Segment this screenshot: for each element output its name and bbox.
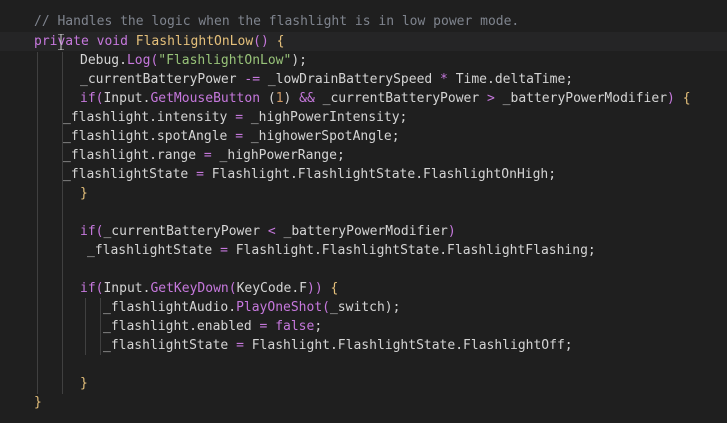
code-token: _flashlight.enabled	[103, 319, 260, 334]
code-token: =	[220, 243, 228, 258]
code-token: _batteryPowerModifier	[275, 224, 448, 239]
code-token: .	[228, 300, 237, 315]
code-token: KeyCode.F	[236, 281, 308, 296]
code-token: (	[260, 91, 276, 106]
code-token: _highowerSpotAngle;	[243, 129, 400, 144]
code-token: (	[322, 300, 330, 315]
code-line[interactable]: }	[34, 393, 42, 412]
code-token: <	[267, 224, 276, 239]
code-token: _currentBatteryPower	[103, 224, 268, 239]
code-token: false	[275, 319, 315, 334]
code-token: _currentBatteryPower	[80, 72, 245, 87]
code-token: Flashlight.FlashlightState.FlashlightFla…	[227, 243, 596, 258]
code-line[interactable]: if(_currentBatteryPower < _batteryPowerM…	[80, 222, 456, 241]
code-token: )	[283, 91, 300, 106]
code-token: _flashlightState	[103, 338, 237, 353]
code-token: _batteryPowerModifier	[494, 91, 668, 106]
code-line[interactable]: _flashlight.spotAngle = _highowerSpotAng…	[63, 127, 400, 146]
code-line[interactable]: _flashlight.range = _highPowerRange;	[63, 146, 345, 165]
code-line[interactable]: }	[80, 184, 88, 203]
code-token: Input	[103, 91, 143, 106]
code-line[interactable]: _flashlightState = Flashlight.Flashlight…	[103, 336, 573, 355]
code-token: if	[80, 281, 96, 296]
code-token: _flashlight.spotAngle	[63, 129, 236, 144]
code-token: "FlashlightOnLow"	[158, 53, 292, 68]
code-token: Log	[126, 53, 151, 68]
code-line[interactable]: _flashlightState = Flashlight.Flashlight…	[87, 241, 596, 260]
code-token: _lowDrainBatterySpeed	[260, 72, 441, 87]
code-editor[interactable]: // Handles the logic when the flashlight…	[0, 0, 727, 423]
text-cursor-icon	[58, 34, 64, 50]
code-token: // Handles the logic when the flashlight…	[34, 14, 520, 29]
code-token: _highPowerIntensity;	[243, 110, 408, 125]
code-token: }	[34, 395, 42, 410]
code-line[interactable]: _flashlightAudio.PlayOneShot(_switch);	[103, 298, 400, 317]
code-token: }	[80, 376, 88, 391]
code-token: if	[80, 224, 96, 239]
code-line[interactable]: _flashlight.intensity = _highPowerIntens…	[63, 108, 407, 127]
code-line[interactable]: // Handles the logic when the flashlight…	[34, 12, 519, 31]
code-token: {	[682, 91, 691, 106]
code-token: =	[203, 148, 212, 163]
code-token: }	[80, 186, 88, 201]
code-token: );	[291, 53, 307, 68]
code-token: );	[384, 300, 401, 315]
code-line[interactable]: if(Input.GetKeyDown(KeyCode.F)) {	[80, 279, 338, 298]
code-token: &&	[299, 91, 315, 106]
code-token: ))	[307, 281, 331, 296]
code-token: Debug	[80, 53, 120, 68]
code-token: *	[440, 72, 448, 87]
code-token: if	[80, 91, 96, 106]
code-token: Input	[103, 281, 143, 296]
code-token: =	[235, 129, 244, 144]
code-token: ;	[314, 319, 323, 334]
code-token: Flashlight.FlashlightState.FlashlightOnH…	[203, 167, 557, 182]
indent-guide	[85, 298, 86, 355]
code-token: _flashlightState	[63, 167, 197, 182]
code-token: =	[235, 110, 244, 125]
code-token: void	[96, 34, 128, 49]
code-token: Time.deltaTime;	[447, 72, 574, 87]
indent-guide	[37, 52, 38, 394]
code-token: {	[276, 34, 285, 49]
code-line[interactable]: _currentBatteryPower -= _lowDrainBattery…	[80, 70, 573, 89]
code-token: _flashlightState	[87, 243, 221, 258]
code-token: _currentBatteryPower	[314, 91, 488, 106]
code-token: =	[236, 338, 244, 353]
code-token: .	[119, 53, 127, 68]
code-line[interactable]: }	[80, 374, 88, 393]
code-token: )	[667, 91, 683, 106]
code-line[interactable]: if(Input.GetMouseButton (1) && _currentB…	[80, 89, 691, 108]
code-token: FlashlightOnLow	[135, 34, 254, 49]
code-token: _highPowerRange;	[211, 148, 345, 163]
code-token: PlayOneShot	[236, 300, 323, 315]
code-token: =	[196, 167, 204, 182]
code-line[interactable]: private void FlashlightOnLow() {	[34, 32, 284, 51]
code-token: ()	[253, 34, 277, 49]
code-token: _flashlight.range	[63, 148, 204, 163]
code-token: Flashlight.FlashlightState.FlashlightOff…	[243, 338, 573, 353]
code-token: )	[447, 224, 456, 239]
code-line[interactable]: _flashlightState = Flashlight.Flashlight…	[63, 165, 556, 184]
code-token: -=	[244, 72, 261, 87]
code-token: _flashlightAudio	[103, 300, 229, 315]
code-token: GetMouseButton	[150, 91, 261, 106]
indent-guide	[100, 298, 101, 355]
code-token: GetKeyDown	[150, 281, 229, 296]
code-token: _switch	[329, 300, 385, 315]
code-line[interactable]: _flashlight.enabled = false;	[103, 317, 322, 336]
code-token: _flashlight.intensity	[63, 110, 236, 125]
code-token: >	[487, 91, 495, 106]
code-line[interactable]: Debug.Log("FlashlightOnLow");	[80, 51, 307, 70]
code-token: (	[228, 281, 237, 296]
indent-guide	[62, 52, 63, 394]
code-token: {	[330, 281, 339, 296]
code-token: 1	[275, 91, 284, 106]
